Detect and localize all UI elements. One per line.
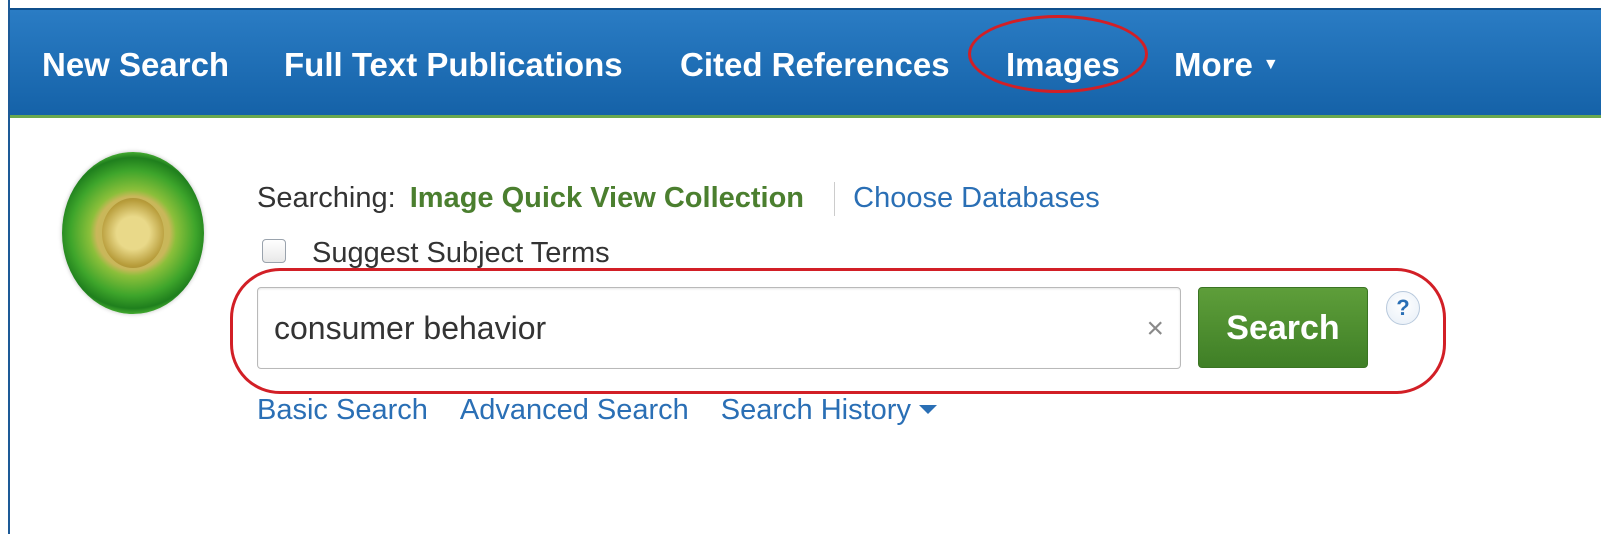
search-query-text: consumer behavior (274, 310, 547, 346)
choose-databases-link[interactable]: Choose Databases (853, 182, 1100, 214)
help-question-icon[interactable]: ? (1386, 291, 1420, 325)
seal-logo-icon (62, 152, 204, 314)
basic-search-link[interactable]: Basic Search (257, 394, 428, 426)
advanced-search-link[interactable]: Advanced Search (460, 394, 689, 426)
nav-images[interactable]: Images (1006, 10, 1120, 117)
searching-line: Searching: Image Quick View Collection C… (257, 182, 1100, 222)
search-history-label: Search History (720, 394, 911, 426)
search-history-link[interactable]: Search History (721, 394, 937, 426)
search-input[interactable]: consumer behavior × (257, 287, 1181, 369)
suggest-subject-terms-label: Suggest Subject Terms (312, 237, 610, 269)
search-mode-links: Basic Search Advanced Search Search Histor… (257, 394, 969, 427)
nav-more[interactable]: More ▼ (1174, 10, 1279, 117)
suggest-subject-terms: Suggest Subject Terms (262, 237, 610, 277)
nav-more-label: More (1174, 46, 1253, 83)
search-button[interactable]: Search (1198, 287, 1368, 368)
left-border (0, 0, 10, 534)
caret-down-icon: ▼ (1262, 56, 1279, 74)
nav-cited-references[interactable]: Cited References (680, 10, 950, 117)
collection-name: Image Quick View Collection (409, 182, 805, 214)
nav-full-text-publications[interactable]: Full Text Publications (284, 10, 623, 117)
seal-emblem (102, 198, 164, 268)
caret-down-icon (918, 404, 937, 414)
clear-x-icon[interactable]: × (1146, 312, 1164, 346)
nav-new-search[interactable]: New Search (42, 10, 229, 117)
nav-bottom-accent (10, 115, 1601, 118)
top-navigation-bar: New Search Full Text Publications Cited … (10, 8, 1601, 115)
searching-label: Searching: (257, 182, 396, 214)
separator (834, 182, 836, 217)
suggest-subject-terms-checkbox[interactable] (262, 239, 286, 264)
